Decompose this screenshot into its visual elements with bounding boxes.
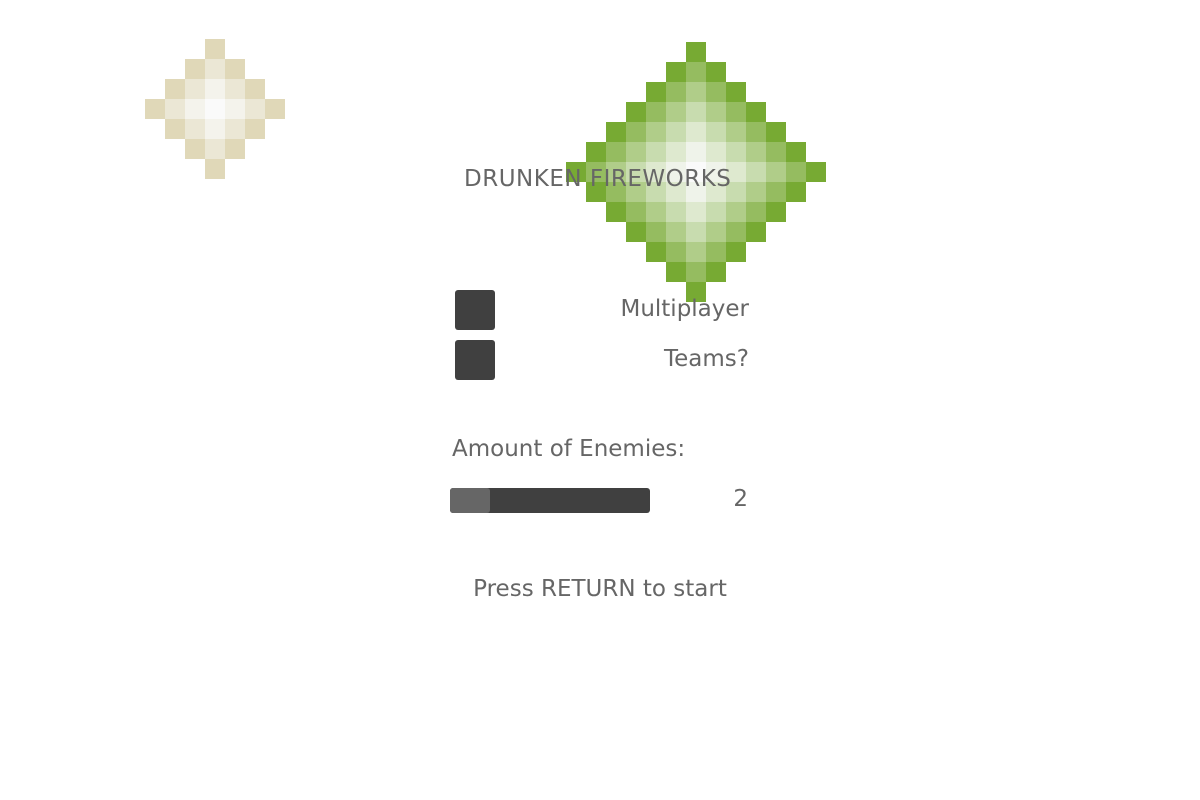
- enemies-label: Amount of Enemies:: [452, 436, 686, 462]
- game-title: DRUNKEN FIREWORKS: [464, 166, 732, 192]
- multiplayer-label: Multiplayer: [620, 296, 749, 322]
- start-hint: Press RETURN to start: [473, 576, 727, 602]
- teams-label: Teams?: [664, 346, 749, 372]
- firework-large-icon: [0, 0, 1200, 800]
- enemies-slider[interactable]: [450, 488, 650, 513]
- teams-checkbox[interactable]: [455, 340, 495, 380]
- multiplayer-checkbox[interactable]: [455, 290, 495, 330]
- enemies-value: 2: [733, 486, 748, 512]
- enemies-slider-handle[interactable]: [450, 488, 490, 513]
